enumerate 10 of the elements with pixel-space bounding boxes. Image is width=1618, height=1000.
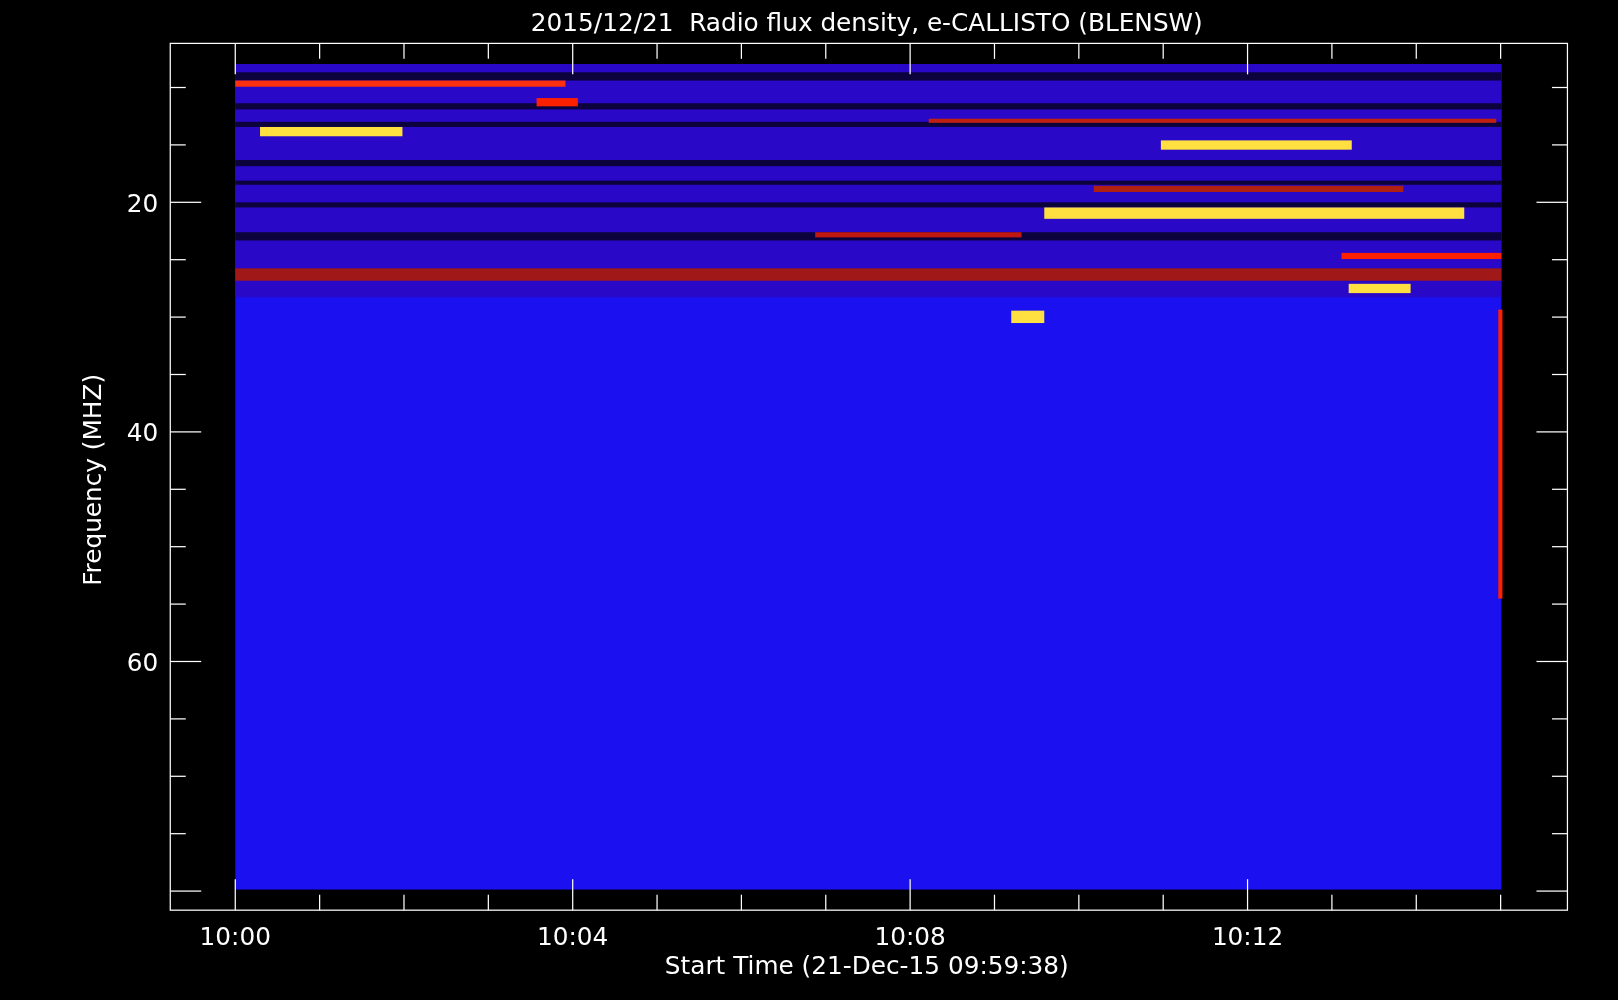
x-tick-label: 10:00 bbox=[199, 922, 271, 952]
y-tick-label: 40 bbox=[126, 418, 159, 448]
x-tick-label: 10:04 bbox=[537, 922, 609, 952]
x-tick-label: 10:08 bbox=[874, 922, 946, 952]
x-axis-title: Start Time (21-Dec-15 09:59:38) bbox=[664, 951, 1069, 981]
chart-title: 2015/12/21 Radio flux density, e-CALLISTO (BLENSW) bbox=[530, 8, 1203, 37]
y-axis-title: Frequency (MHZ) bbox=[78, 373, 108, 586]
x-tick-label: 10:12 bbox=[1211, 922, 1284, 952]
y-tick-label: 20 bbox=[126, 188, 159, 218]
y-tick-label: 60 bbox=[126, 647, 159, 677]
